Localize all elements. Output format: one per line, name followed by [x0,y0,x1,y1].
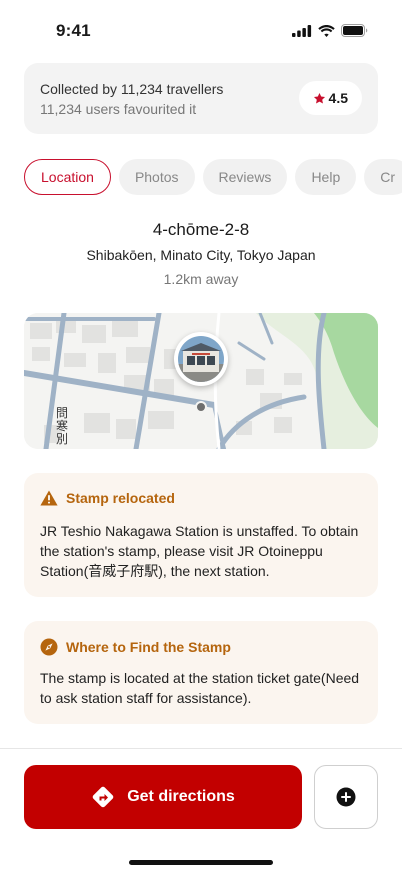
wifi-icon [318,24,335,37]
tab-photos[interactable]: Photos [118,159,195,195]
stamp-location-notice: Where to Find the Stamp The stamp is loc… [24,621,378,724]
status-icons [292,24,368,37]
tab-reviews[interactable]: Reviews [202,159,288,195]
tab-truncated[interactable]: Cr [364,159,402,195]
collected-count-text: Collected by 11,234 travellers [40,81,224,97]
address-area: Shibakōen, Minato City, Tokyo Japan [86,247,316,263]
map-place-label: 問寒別 [55,406,68,446]
address-main: 4-chōme-2-8 [152,220,250,239]
favourited-count-text: 11,234 users favourited it [40,101,197,117]
plus-circle-icon [336,787,356,807]
detail-tabs: Location Photos Reviews Help Cr [24,159,402,195]
notice-title-row: Stamp relocated [40,490,175,506]
distance-text: 1.2km away [163,271,239,287]
compass-icon [40,638,58,656]
notice-title-row: Where to Find the Stamp [40,638,231,656]
collection-summary-card: Collected by 11,234 travellers 11,234 us… [24,63,378,134]
rating-badge[interactable]: 4.5 [298,81,362,115]
get-directions-label: Get directions [127,788,235,805]
current-location-dot [195,401,207,413]
tab-location[interactable]: Location [24,159,111,195]
rating-value: 4.5 [328,90,348,106]
star-icon [313,92,325,104]
stamp-location-title: Where to Find the Stamp [66,639,231,655]
stamp-relocated-notice: Stamp relocated JR Teshio Nakagawa Stati… [24,473,378,597]
location-map[interactable]: 問寒別 [24,313,378,449]
stamp-relocated-body: JR Teshio Nakagawa Station is unstaffed.… [40,523,359,579]
stamp-location-body: The stamp is located at the station tick… [40,670,360,706]
add-button[interactable] [314,765,378,829]
station-photo-pin[interactable] [174,332,228,386]
tab-help[interactable]: Help [295,159,357,195]
get-directions-button[interactable]: Get directions [24,765,302,829]
status-bar: 9:41 [0,0,402,54]
battery-icon [341,24,368,37]
stamp-relocated-title: Stamp relocated [66,490,175,506]
home-indicator [129,860,273,865]
cellular-signal-icon [292,24,312,37]
status-time: 9:41 [56,21,91,40]
station-photo [178,336,224,382]
directions-icon [92,786,114,808]
bottom-bar-divider [0,748,402,749]
warning-icon [40,490,58,506]
